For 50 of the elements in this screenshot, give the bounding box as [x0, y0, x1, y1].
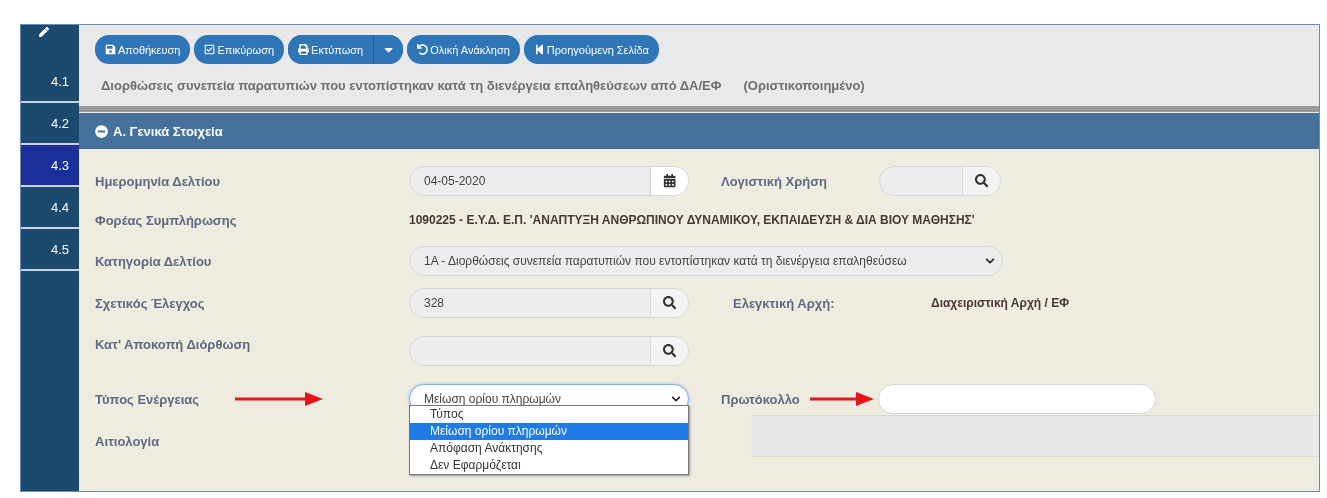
- printer-icon: [298, 44, 310, 55]
- section-title: Α. Γενικά Στοιχεία: [113, 123, 223, 139]
- field-label: Ημερομηνία Δελτίου: [95, 173, 222, 189]
- category-select[interactable]: 1Α - Διορθώσεις συνεπεία παρατυπιών που εντοπίστηκαν κατά τη διενέργεια επαληθεύσεω: [409, 246, 1003, 276]
- toolbar-button[interactable]: Προηγούμενη Σελίδα: [523, 35, 659, 64]
- dropdown-option[interactable]: Τύπος: [410, 406, 688, 423]
- floppy-icon: [105, 44, 116, 55]
- flat-rate-field[interactable]: [409, 336, 689, 366]
- search-button[interactable]: [650, 337, 688, 365]
- field-label: Λογιστική Χρήση: [721, 173, 829, 189]
- search-button[interactable]: [962, 167, 1000, 195]
- dropdown-option[interactable]: Μείωση ορίου πληρωμών: [410, 423, 688, 440]
- calendar-icon: [662, 174, 677, 188]
- protocol-field[interactable]: [877, 384, 1156, 414]
- checkbox-icon: [204, 44, 216, 55]
- toolbar-button[interactable]: Ολική Ανάκληση: [407, 35, 520, 64]
- calendar-button[interactable]: [650, 167, 688, 195]
- dropdown-option[interactable]: Δεν Εφαρμόζεται: [410, 457, 688, 474]
- toolbar-button[interactable]: Αποθήκευση: [95, 35, 191, 64]
- search-icon: [662, 296, 677, 310]
- field-label: Κατ' Αποκοπή Διόρθωση: [95, 336, 252, 352]
- search-icon: [974, 174, 989, 188]
- arrow-icon: [235, 392, 324, 406]
- toolbar-button[interactable]: Επικύρωση: [194, 35, 285, 64]
- pen-icon: [39, 27, 49, 37]
- field-label: Σχετικός Έλεγχος: [95, 295, 206, 311]
- arrow-icon: [809, 392, 874, 406]
- date-field[interactable]: 04-05-2020: [409, 166, 689, 196]
- status-text: (Οριστικοποιημένο): [743, 78, 865, 93]
- sidebar-item[interactable]: 4.3: [21, 145, 79, 187]
- fiscal-year-field[interactable]: [879, 166, 1001, 196]
- undo-icon: [417, 44, 429, 55]
- chevron-icon: [671, 394, 681, 404]
- dropdown-option[interactable]: Απόφαση Ανάκτησης: [410, 440, 688, 457]
- field-label: Πρωτόκολλο: [721, 391, 800, 407]
- field-label: Τύπος Ενέργειας: [95, 391, 200, 407]
- dropdown-button[interactable]: [373, 35, 404, 64]
- field-label: Ελεγκτική Αρχή:: [733, 295, 836, 311]
- field-value: 1090225 - Ε.Υ.Δ. Ε.Π. 'ΑΝΑΠΤΥΞΗ ΑΝΘΡΩΠΙΝΟΥ ΔΥΝΑΜΙΚΟΥ, ΕΚΠΑΙΔΕΥΣΗ & ΔΙΑ ΒΙΟΥ ΜΑΘΗΣΗΣ': [409, 213, 975, 227]
- field-label: Φορέας Συμπλήρωσης: [95, 212, 238, 228]
- field-label: Κατηγορία Δελτίου: [95, 253, 213, 269]
- chevron-icon: [985, 256, 995, 266]
- section-header[interactable]: Α. Γενικά Στοιχεία: [79, 113, 1319, 149]
- search-icon: [662, 344, 677, 358]
- page-title: Διορθώσεις συνεπεία παρατυπιών που εντοπίστηκαν κατά τη διενέργεια επαληθεύσεων από ΔΑ/ΕΦ: [101, 78, 722, 93]
- search-button[interactable]: [650, 289, 688, 317]
- field-value: Διαχειριστική Αρχή / ΕΦ: [931, 296, 1070, 310]
- field-label: Αιτιολογία: [95, 433, 161, 449]
- skip-back-icon: [533, 44, 545, 55]
- related-audit-field[interactable]: 328: [409, 288, 689, 318]
